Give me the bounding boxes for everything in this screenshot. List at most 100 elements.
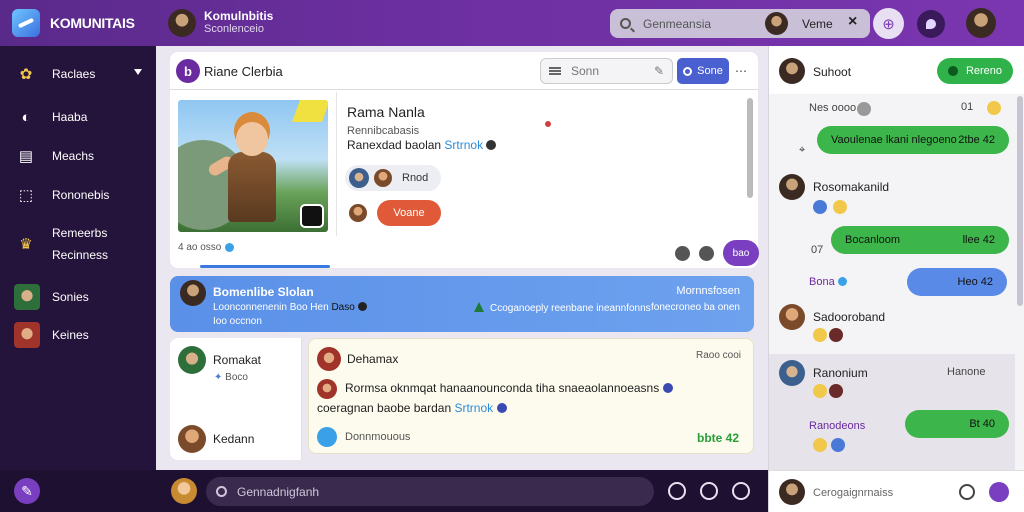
status-dot (545, 121, 551, 127)
go-button[interactable]: bao (723, 240, 759, 266)
avatar (374, 169, 392, 187)
player-sub: Rennibcabasis (347, 125, 420, 137)
friend-pill[interactable]: Rnod (345, 165, 441, 191)
camera-icon[interactable] (300, 204, 324, 228)
chat-bubble[interactable]: Vaoulenae lkani nlegoeno 2tbe 42 (817, 126, 1009, 154)
more-icon[interactable]: ⋯ (735, 64, 747, 78)
comment-link[interactable]: Srtrnok (454, 401, 493, 415)
sidebar-item-label: Keines (52, 328, 89, 342)
chat-label-text: Bona (809, 276, 835, 288)
banner-line2-tag: Daso (331, 302, 355, 313)
post-actions: bao (675, 240, 759, 266)
trophy-icon: ♛ (19, 236, 33, 253)
emoji-icon[interactable] (668, 482, 686, 500)
user-name: Komulnbitis (204, 9, 274, 23)
mic-icon[interactable] (732, 482, 750, 500)
post-header: b Riane Clerbia Sonn ✎ Sone ⋯ (170, 52, 758, 90)
current-user[interactable]: Komulnbitis Sconlenceio (168, 9, 273, 37)
close-icon[interactable]: × (848, 13, 857, 31)
game-character-image[interactable] (178, 100, 328, 232)
profile-avatar[interactable] (966, 8, 996, 38)
sidebar-item-haaba[interactable]: ◐ Haaba (0, 100, 156, 134)
star-icon: ✿ (19, 66, 33, 83)
chat-header-button[interactable]: Rereno (937, 58, 1013, 84)
search-user-avatar (765, 12, 788, 35)
brand-name: KOMUNITAIS (50, 15, 135, 31)
chat-header: Suhoot Rereno (769, 46, 1024, 94)
player-tag: Ranexdad baolan Srtrnok (347, 138, 497, 152)
message-input[interactable]: Gennadnigfanh (206, 477, 654, 506)
sidebar-item-rononebis[interactable]: ⬚ Rononebis (0, 178, 156, 212)
brand[interactable]: KOMUNITAIS (0, 9, 156, 37)
send-icon[interactable] (989, 482, 1009, 502)
chat-user[interactable]: Sadooroband (779, 304, 885, 330)
chevron-down-icon[interactable] (134, 69, 142, 75)
comment-footer[interactable]: Donnmouous (345, 431, 410, 443)
tree-icon (474, 302, 484, 312)
compose-icon[interactable]: ✎ (14, 478, 40, 504)
info-icon[interactable] (675, 245, 690, 261)
chat-bubble[interactable]: Bocanloom llee 42 (831, 226, 1009, 254)
sidebar-item-remeerbs[interactable]: ♛ Remeerbs Recinness (0, 222, 156, 266)
player-tag-link[interactable]: Srtrnok (444, 138, 483, 152)
chat-bubble-text: Heo 42 (957, 276, 993, 288)
comment-time: Raoo cooi (695, 350, 741, 361)
badge-icon (291, 100, 328, 122)
sidebar-item-meachs[interactable]: ▤ Meachs (0, 139, 156, 173)
avatar (317, 347, 341, 371)
chat-icon[interactable] (917, 10, 945, 38)
message-time: 07 (811, 244, 824, 256)
chat-bubble-text: Vaoulenae lkani nlegoeno (831, 134, 957, 146)
bottom-bar: ✎ Gennadnigfanh (0, 470, 768, 512)
sidebar-item-raclaes[interactable]: ✿ Raclaes (0, 57, 156, 91)
featured-banner[interactable]: Bomenlibe Slolan Loonconnenenin Boo Hen … (170, 276, 754, 332)
pin-icon[interactable]: ✎ (654, 64, 664, 78)
chat-bubble[interactable]: Bt 40 (905, 410, 1009, 438)
sidebar-item-keines[interactable]: Keines (0, 318, 156, 352)
list-item[interactable]: Kedann (178, 425, 254, 453)
verified-icon (496, 403, 507, 413)
avatar (178, 346, 206, 374)
emoji-icon[interactable] (959, 484, 975, 500)
reaction-icon (813, 328, 827, 342)
action-row: Voane (345, 200, 441, 226)
chat-panel: Suhoot Rereno Nes oooo 01 Vaoulenae lkan… (768, 46, 1024, 512)
search-input[interactable]: Genmeansia Veme (610, 9, 870, 38)
reply-icon[interactable] (317, 427, 337, 447)
avatar (779, 360, 805, 386)
banner-right1: Mornnsfosen (676, 285, 740, 297)
post-search-input[interactable]: Sonn ✎ (540, 58, 673, 84)
chat-input-bar: Cerogaignrnaiss (769, 470, 1024, 512)
menu-icon (549, 67, 561, 75)
channel-icon[interactable]: b (176, 59, 200, 83)
attach-icon[interactable] (700, 482, 718, 500)
save-label: Sone (697, 65, 723, 77)
clock-icon: ◐ (21, 108, 31, 126)
chat-bubble[interactable]: Heo 42 (907, 268, 1007, 296)
scrollbar[interactable] (747, 98, 753, 198)
settings-icon[interactable] (699, 245, 714, 261)
user-sub: Sconlenceio (204, 23, 264, 35)
globe-icon[interactable]: ⊕ (873, 8, 904, 39)
chat-user[interactable]: Rosomakanild (779, 174, 889, 200)
list-item-name: Kedann (213, 432, 255, 446)
chat-user-name: Sadooroband (813, 310, 886, 324)
sidebar: ✿ Raclaes ◐ Haaba ▤ Meachs ⬚ Rononebis ♛… (0, 46, 156, 470)
avatar (168, 9, 196, 37)
comment-card: Dehamax Raoo cooi Rormsa oknmqat hanaano… (308, 338, 754, 454)
sidebar-item-sonies[interactable]: Sonies (0, 280, 156, 314)
action-button[interactable]: Voane (377, 200, 441, 226)
chat-label: Bona (809, 276, 847, 288)
chat-user[interactable]: Ranonium (779, 360, 868, 386)
message-time: Hanone (947, 366, 986, 378)
save-button[interactable]: Sone (677, 58, 729, 84)
player-tag-text: Ranexdad baolan (347, 138, 442, 152)
sidebar-item-label: Rononebis (52, 188, 110, 202)
list-item[interactable]: Romakat (178, 346, 261, 374)
scrollbar[interactable] (1017, 96, 1023, 306)
banner-line2-text: Loonconnenenin Boo Hen (213, 302, 329, 313)
avatar (779, 174, 805, 200)
chat-bubble-text: Bocanloom (845, 234, 901, 246)
chat-input[interactable]: Cerogaignrnaiss (813, 487, 893, 499)
info-icon (225, 242, 235, 252)
